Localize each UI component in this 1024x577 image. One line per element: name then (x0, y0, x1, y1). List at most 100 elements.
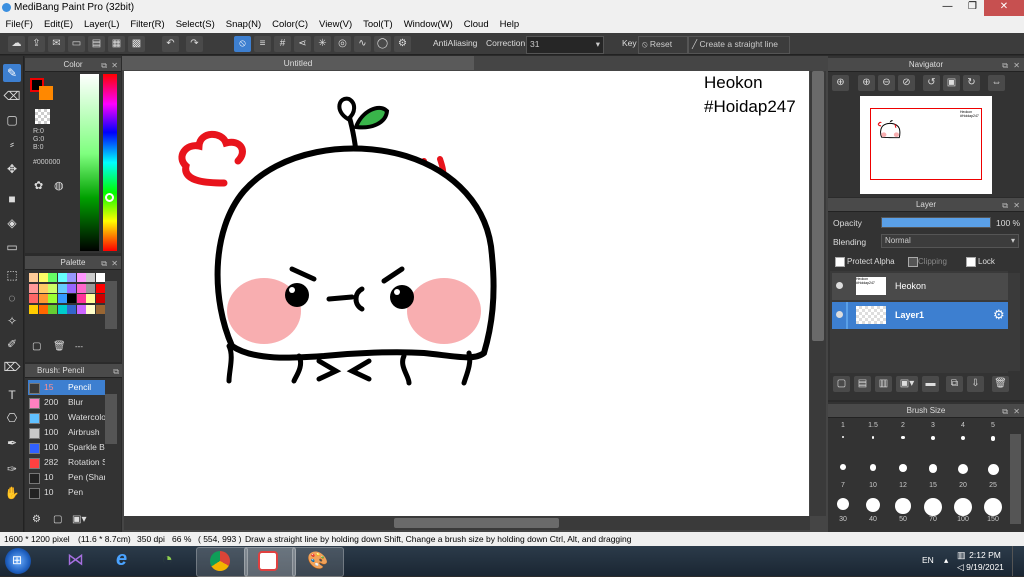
cross-snap-icon[interactable]: # (274, 36, 291, 52)
palette-swatch[interactable] (48, 304, 57, 314)
brush-size-scrollbar[interactable] (1010, 434, 1021, 524)
grid-icon[interactable]: ▩ (128, 36, 145, 52)
close-icon[interactable]: ✕ (1013, 59, 1020, 72)
document-tab[interactable]: Untitled (122, 56, 474, 70)
dot-brush-tool-icon[interactable]: ⸗ (3, 135, 21, 153)
visual-studio-taskbar-app[interactable]: ⋈ (52, 547, 102, 575)
brush-size-option[interactable]: 5 (979, 422, 1007, 454)
comment-icon[interactable]: ▭ (68, 36, 85, 52)
gradient-tool-icon[interactable]: ▭ (3, 238, 21, 256)
chat-icon[interactable]: ✉ (48, 36, 65, 52)
show-desktop-button[interactable] (1012, 546, 1024, 576)
menu-select[interactable]: Select(S) (170, 17, 220, 33)
palette-swatch[interactable] (48, 283, 57, 293)
circle-snap-icon[interactable]: ◎ (334, 36, 351, 52)
palette-swatch[interactable] (38, 294, 48, 303)
palette-swatch[interactable] (76, 294, 86, 303)
menu-color[interactable]: Color(C) (267, 17, 314, 33)
text-tool-icon[interactable]: T (3, 386, 21, 404)
horizontal-scroll-thumb[interactable] (394, 518, 559, 528)
palette-swatch[interactable] (86, 294, 95, 303)
palette-swatch[interactable] (38, 283, 48, 293)
palette-swatch[interactable] (67, 304, 76, 314)
tray-expand-icon[interactable]: ▴ (944, 555, 948, 566)
document-icon[interactable]: ▤ (88, 36, 105, 52)
brush-size-option[interactable]: 10 (859, 456, 887, 489)
zoom-actual-icon[interactable]: ⊕ (832, 75, 849, 91)
palette-swatch[interactable] (57, 273, 67, 282)
select-rect-tool-icon[interactable]: ▢ (3, 111, 21, 129)
layer-menu-icon[interactable]: ▣▾ (896, 376, 918, 392)
color-palette-icon[interactable]: ◍ (54, 179, 64, 192)
new-halftone-layer-icon[interactable]: ▤ (854, 376, 871, 392)
brush-list-scrollbar[interactable] (105, 394, 117, 444)
menu-file[interactable]: File(F) (0, 17, 38, 33)
upload-icon[interactable]: ⇪ (28, 36, 45, 52)
layer-scrollbar[interactable] (1008, 273, 1020, 371)
curve-snap-icon[interactable]: ∿ (354, 36, 371, 52)
eyedropper-tool-icon[interactable]: ✒ (3, 434, 21, 452)
close-icon[interactable]: ✕ (1013, 199, 1020, 212)
palette-swatch[interactable] (67, 283, 76, 293)
move-tool-icon[interactable]: ✥ (3, 160, 21, 178)
brush-size-option[interactable]: 12 (889, 456, 917, 489)
paint-taskbar-app[interactable]: 🎨 (292, 547, 344, 577)
redo-icon[interactable]: ↷ (186, 36, 203, 52)
brush-list-item[interactable]: 282 Rotation Symmetry (28, 455, 105, 470)
detach-icon[interactable]: ⧉ (1002, 199, 1008, 212)
select-tool-icon[interactable]: ⬚ (3, 266, 21, 284)
minimize-button[interactable]: — (935, 0, 960, 16)
brush-size-option[interactable]: 3 (919, 422, 947, 454)
brush-size-option[interactable]: 25 (979, 456, 1007, 489)
delete-layer-icon[interactable]: 🗑 (992, 376, 1009, 392)
brush-size-option[interactable]: 20 (949, 456, 977, 489)
brush-size-option[interactable]: 4 (949, 422, 977, 454)
vertical-scroll-thumb[interactable] (812, 71, 824, 341)
snap-off-icon[interactable]: ⦸ (234, 36, 251, 52)
brush-list-item[interactable]: 100 Airbrush (28, 425, 105, 440)
palette-swatch[interactable] (67, 294, 76, 303)
opacity-slider[interactable] (881, 217, 991, 228)
palette-swatch[interactable] (57, 304, 67, 314)
magic-wand-tool-icon[interactable]: ✧ (3, 312, 21, 330)
palette-swatch[interactable] (86, 273, 95, 282)
flip-horizontal-icon[interactable]: ⇔ (988, 75, 1005, 91)
color-wheel-icon[interactable]: ✿ (34, 179, 43, 192)
detach-icon[interactable]: ⧉ (113, 365, 119, 378)
protect-alpha-checkbox[interactable] (835, 257, 845, 267)
saturation-brightness-field[interactable] (80, 74, 99, 251)
fill-rect-tool-icon[interactable]: ■ (3, 190, 21, 208)
brush-size-option[interactable]: 50 (889, 490, 917, 523)
snap-settings-gear-icon[interactable]: ⚙ (394, 36, 411, 52)
palette-swatch[interactable] (57, 294, 67, 303)
brush-list-item[interactable]: 10 Pen (Sharp) (28, 470, 105, 485)
reset-button[interactable]: ⦸ Reset (638, 36, 688, 54)
canvas-vertical-scrollbar[interactable] (810, 71, 826, 516)
bucket-tool-icon[interactable]: ◈ (3, 214, 21, 232)
zoom-in-icon[interactable]: ⊕ (858, 75, 875, 91)
palette-swatch[interactable] (29, 294, 38, 303)
create-straight-line-button[interactable]: ╱ Create a straight line (688, 36, 790, 54)
select-eraser-tool-icon[interactable]: ⌦ (3, 358, 21, 376)
start-button[interactable]: ⊞ (5, 548, 31, 574)
brush-size-option[interactable]: 100 (949, 490, 977, 523)
blending-dropdown[interactable]: Normal ▾ (881, 234, 1019, 248)
canvas-horizontal-scrollbar[interactable] (124, 516, 810, 530)
menu-tool[interactable]: Tool(T) (358, 17, 399, 33)
correction-dropdown[interactable]: 31 ▾ (526, 36, 604, 54)
divide-tool-icon[interactable]: ⎔ (3, 409, 21, 427)
fit-window-icon[interactable]: ▣ (943, 75, 960, 91)
close-button[interactable]: ✕ (984, 0, 1024, 16)
lock-checkbox[interactable] (966, 257, 976, 267)
palette-swatch[interactable] (67, 273, 76, 282)
palette-swatch[interactable] (95, 283, 105, 293)
lasso-tool-icon[interactable]: ◌ (3, 289, 21, 307)
undo-icon[interactable]: ↶ (162, 36, 179, 52)
brush-size-option[interactable]: 7 (829, 456, 857, 489)
menu-help[interactable]: Help (494, 17, 525, 33)
brush-size-option[interactable]: 1.5 (859, 422, 887, 454)
visibility-eye-icon[interactable] (836, 311, 843, 318)
detach-icon[interactable]: ⧉ (1002, 59, 1008, 72)
palette-swatch[interactable] (57, 283, 67, 293)
brush-settings-icon[interactable]: ⚙ (32, 514, 41, 525)
